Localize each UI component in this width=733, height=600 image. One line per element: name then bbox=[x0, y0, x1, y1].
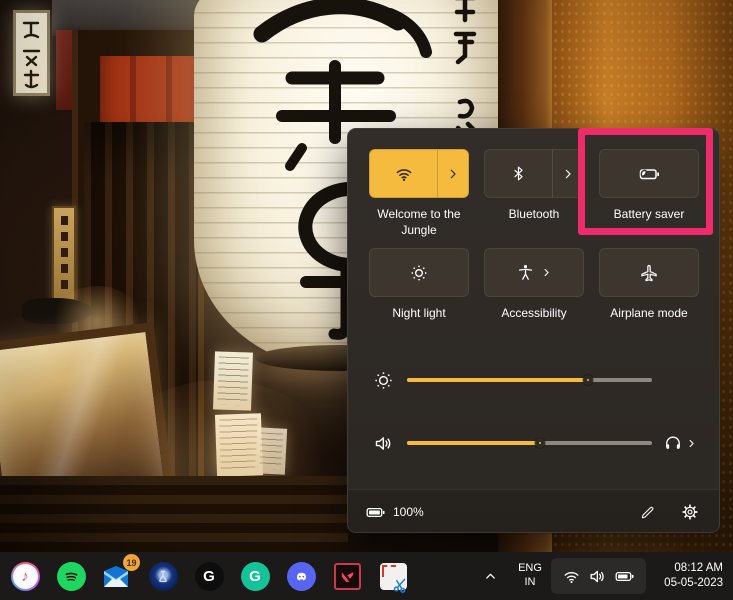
airplane-icon bbox=[639, 263, 659, 283]
system-tray-button[interactable] bbox=[551, 558, 646, 594]
taskbar-app-apple-music[interactable]: ♪ bbox=[10, 561, 40, 591]
taskbar-app-valorant[interactable] bbox=[332, 561, 362, 591]
battery-icon bbox=[365, 502, 386, 523]
accessibility-tile-label: Accessibility bbox=[501, 306, 566, 322]
scissors-icon bbox=[389, 572, 411, 594]
wifi-icon bbox=[562, 567, 581, 586]
battery-icon bbox=[614, 566, 635, 587]
audio-output-button[interactable] bbox=[663, 433, 701, 453]
bluetooth-tile: Bluetooth bbox=[484, 149, 584, 248]
gear-icon bbox=[681, 503, 699, 521]
grammarly-icon: G bbox=[241, 562, 270, 591]
taskbar-app-blue[interactable] bbox=[148, 561, 178, 591]
airplane-mode-toggle-button[interactable] bbox=[599, 248, 699, 297]
settings-button[interactable] bbox=[681, 503, 699, 521]
wifi-tile-label: Welcome to the Jungle bbox=[369, 207, 469, 239]
brightness-slider-row bbox=[373, 360, 701, 400]
wifi-expand-chevron[interactable] bbox=[437, 150, 468, 197]
battery-percent-label: 100% bbox=[393, 505, 424, 519]
headphones-icon bbox=[663, 433, 683, 453]
highlight-annotation-box bbox=[578, 128, 713, 235]
clock-date: 05-05-2023 bbox=[664, 576, 723, 591]
volume-slider-thumb[interactable] bbox=[535, 438, 545, 448]
volume-slider[interactable] bbox=[407, 441, 652, 445]
chevron-right-icon bbox=[686, 438, 697, 449]
night-light-tile-label: Night light bbox=[392, 306, 445, 322]
taskbar-app-grammarly[interactable]: G bbox=[240, 561, 270, 591]
night-light-toggle-button[interactable] bbox=[369, 248, 469, 297]
clock-widget[interactable]: 08:12 AM 05-05-2023 bbox=[664, 552, 723, 600]
accessibility-icon bbox=[516, 263, 535, 282]
mail-unread-badge: 19 bbox=[123, 554, 140, 571]
volume-icon bbox=[588, 567, 607, 586]
taskbar-overflow-button[interactable] bbox=[478, 552, 502, 600]
volume-slider-row bbox=[373, 423, 701, 463]
taskbar-app-snipping-tool[interactable] bbox=[378, 561, 408, 591]
taskbar-app-discord[interactable] bbox=[286, 561, 316, 591]
pencil-icon bbox=[639, 504, 656, 521]
logitech-g-icon: G bbox=[195, 562, 224, 591]
chevron-right-icon bbox=[561, 167, 575, 181]
airplane-mode-tile-label: Airplane mode bbox=[610, 306, 687, 322]
wifi-toggle-button[interactable] bbox=[369, 149, 469, 198]
bluetooth-toggle-button[interactable] bbox=[484, 149, 584, 198]
chevron-up-icon bbox=[483, 569, 498, 584]
volume-icon bbox=[373, 433, 394, 454]
quick-settings-footer: 100% bbox=[348, 489, 719, 534]
brightness-slider[interactable] bbox=[407, 378, 652, 382]
taskbar-app-spotify[interactable] bbox=[56, 561, 86, 591]
battery-status[interactable]: 100% bbox=[365, 502, 424, 523]
language-line1: ENG bbox=[518, 562, 542, 576]
taskbar-app-logitech-g[interactable]: G bbox=[194, 561, 224, 591]
night-light-icon bbox=[409, 263, 429, 283]
accessibility-tile: Accessibility bbox=[484, 248, 584, 347]
clock-time: 08:12 AM bbox=[674, 561, 723, 576]
taskbar: ♪ 19 bbox=[0, 552, 733, 600]
bluetooth-icon bbox=[510, 165, 527, 182]
wifi-icon bbox=[394, 164, 414, 184]
spotify-icon bbox=[62, 567, 81, 586]
language-switcher[interactable]: ENG IN bbox=[508, 552, 552, 600]
desktop-screen: Welcome to the Jungle Bluetooth bbox=[0, 0, 733, 600]
valorant-icon bbox=[339, 568, 356, 585]
brightness-slider-thumb[interactable] bbox=[583, 375, 593, 385]
taskbar-app-mail[interactable]: 19 bbox=[102, 561, 132, 591]
blue-app-icon bbox=[158, 570, 168, 582]
airplane-mode-tile: Airplane mode bbox=[599, 248, 699, 347]
language-line2: IN bbox=[525, 576, 536, 590]
music-note-icon: ♪ bbox=[13, 564, 38, 589]
wifi-tile: Welcome to the Jungle bbox=[369, 149, 469, 248]
bluetooth-tile-label: Bluetooth bbox=[509, 207, 560, 223]
accessibility-toggle-button[interactable] bbox=[484, 248, 584, 297]
discord-icon bbox=[292, 567, 311, 586]
chevron-right-icon bbox=[541, 267, 552, 278]
chevron-right-icon bbox=[446, 167, 460, 181]
brightness-icon bbox=[373, 370, 394, 391]
night-light-tile: Night light bbox=[369, 248, 469, 347]
edit-quick-settings-button[interactable] bbox=[639, 504, 656, 521]
